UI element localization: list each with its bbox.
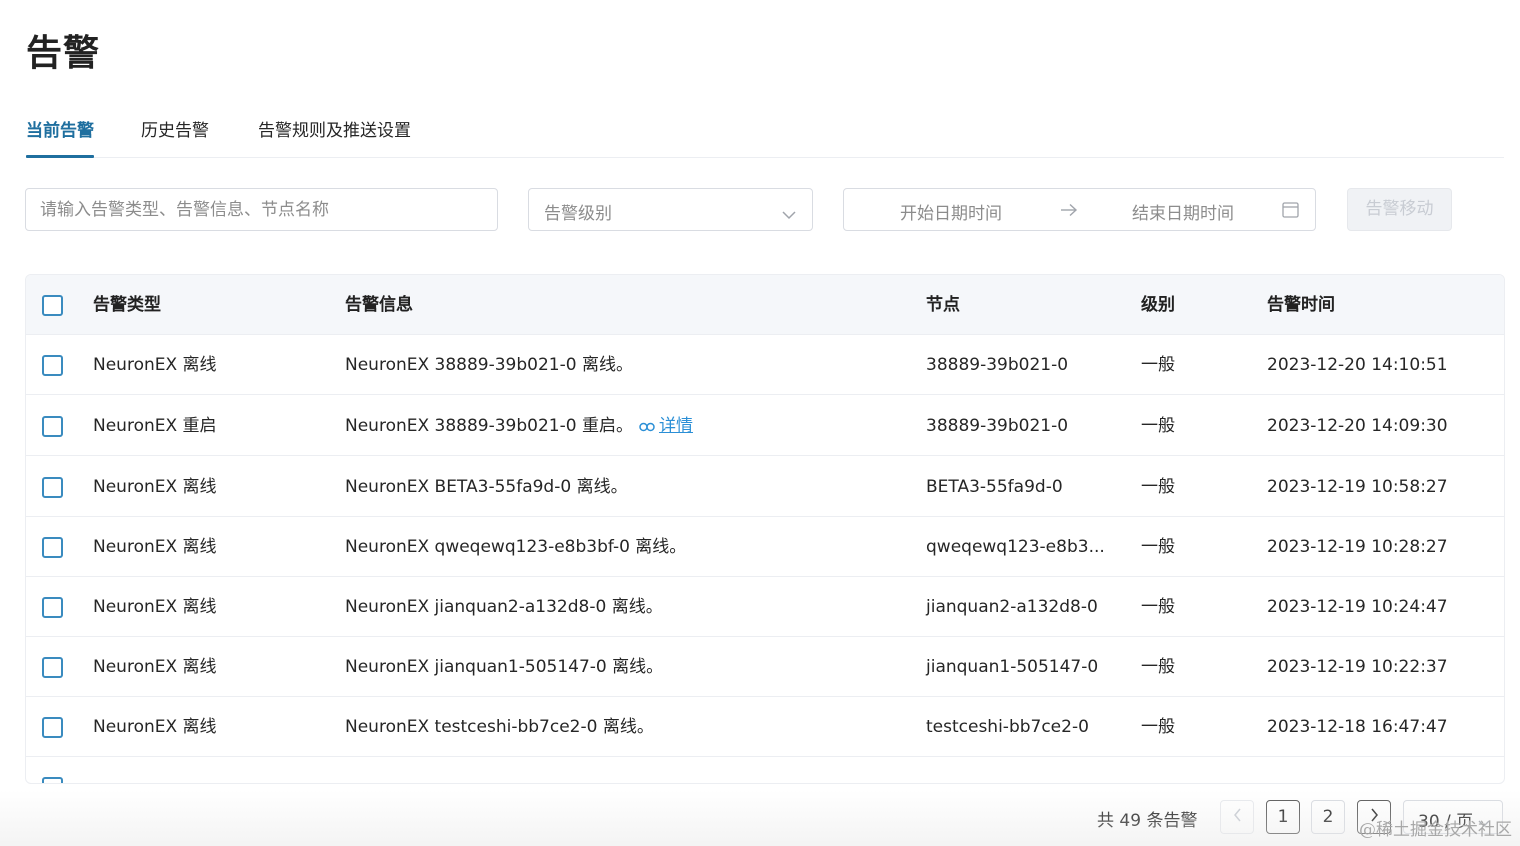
page-title: 告警	[26, 33, 101, 74]
table-row[interactable]: NeuronEX 离线 NeuronEX jianquan1-505147-0 …	[26, 637, 1504, 697]
cell-time: 2023-12-19 10:58:27	[1267, 477, 1448, 497]
cell-type: NeuronEX 重启	[93, 416, 217, 436]
chevron-left-icon	[1233, 807, 1242, 827]
cell-level: 一般	[1141, 717, 1175, 737]
cell-time: 2023-12-19 10:22:37	[1267, 657, 1448, 677]
row-checkbox[interactable]	[42, 416, 63, 437]
row-checkbox[interactable]	[42, 355, 63, 376]
calendar-icon	[1282, 201, 1299, 223]
alarm-level-select[interactable]: 告警级别	[528, 188, 813, 231]
cell-type: NeuronEX 离线	[93, 657, 217, 677]
table-row-partial[interactable]	[26, 757, 1504, 783]
cell-level: 一般	[1141, 355, 1175, 375]
cell-message: NeuronEX 38889-39b021-0 离线。	[345, 355, 633, 375]
column-header-level[interactable]: 级别	[1141, 275, 1175, 335]
date-range-picker[interactable]: 开始日期时间 结束日期时间	[843, 188, 1316, 231]
cell-level: 一般	[1141, 416, 1175, 436]
end-datetime-placeholder[interactable]: 结束日期时间	[1132, 199, 1234, 224]
cell-node: BETA3-55fa9d-0	[926, 477, 1063, 497]
cell-level: 一般	[1141, 657, 1175, 677]
tab-bar: 当前告警 历史告警 告警规则及推送设置	[26, 118, 1504, 158]
alarm-level-placeholder: 告警级别	[544, 204, 612, 224]
cell-time: 2023-12-20 14:09:30	[1267, 416, 1448, 436]
link-icon[interactable]	[639, 398, 655, 458]
select-all-checkbox[interactable]	[42, 295, 63, 316]
cell-time: 2023-12-19 10:24:47	[1267, 597, 1448, 617]
row-checkbox[interactable]	[42, 597, 63, 618]
table-row[interactable]: NeuronEX 离线 NeuronEX jianquan2-a132d8-0 …	[26, 577, 1504, 637]
pagination-total: 共 49 条告警	[1097, 811, 1198, 831]
start-datetime-placeholder[interactable]: 开始日期时间	[900, 199, 1002, 224]
tab-current-alarms[interactable]: 当前告警	[26, 118, 94, 158]
page-button-2[interactable]: 2	[1311, 800, 1345, 834]
tab-history-alarms[interactable]: 历史告警	[141, 118, 209, 158]
arrow-right-icon	[1060, 202, 1078, 222]
column-header-message[interactable]: 告警信息	[345, 275, 413, 335]
cell-node: jianquan2-a132d8-0	[926, 597, 1098, 617]
cell-message: NeuronEX qweqewq123-e8b3bf-0 离线。	[345, 537, 687, 557]
cell-node: 38889-39b021-0	[926, 416, 1069, 436]
cell-type: NeuronEX 离线	[93, 355, 217, 375]
cell-message: NeuronEX jianquan2-a132d8-0 离线。	[345, 597, 663, 617]
cell-message: NeuronEX 38889-39b021-0 重启。	[345, 416, 633, 436]
cell-type: NeuronEX 离线	[93, 717, 217, 737]
cell-node: testceshi-bb7ce2-0	[926, 717, 1089, 737]
cell-type: NeuronEX 离线	[93, 597, 217, 617]
table-row[interactable]: NeuronEX 离线 NeuronEX qweqewq123-e8b3bf-0…	[26, 517, 1504, 577]
page-button-1[interactable]: 1	[1266, 800, 1300, 834]
cell-node: jianquan1-505147-0	[926, 657, 1099, 677]
cell-node: qweqewq123-e8b3...	[926, 537, 1105, 557]
table-row[interactable]: NeuronEX 离线 NeuronEX BETA3-55fa9d-0 离线。 …	[26, 457, 1504, 517]
alarm-table: 告警类型 告警信息 节点 级别 告警时间 NeuronEX 离线 NeuronE…	[25, 274, 1505, 784]
detail-link[interactable]: 详情	[659, 416, 693, 436]
cell-type: NeuronEX 离线	[93, 537, 217, 557]
row-checkbox[interactable]	[42, 657, 63, 678]
chevron-down-icon	[782, 205, 796, 225]
cell-level: 一般	[1141, 477, 1175, 497]
row-checkbox[interactable]	[42, 537, 63, 558]
tab-rules-push-settings[interactable]: 告警规则及推送设置	[258, 118, 411, 158]
table-row[interactable]: NeuronEX 重启 NeuronEX 38889-39b021-0 重启。 详…	[26, 396, 1504, 456]
cell-message: NeuronEX jianquan1-505147-0 离线。	[345, 657, 664, 677]
row-checkbox[interactable]	[42, 717, 63, 738]
table-row[interactable]: NeuronEX 离线 NeuronEX testceshi-bb7ce2-0 …	[26, 697, 1504, 757]
cell-level: 一般	[1141, 537, 1175, 557]
cell-type: NeuronEX 离线	[93, 477, 217, 497]
watermark: @稀土掘金技术社区	[1359, 820, 1512, 840]
cell-time: 2023-12-18 16:47:47	[1267, 717, 1448, 737]
column-header-time[interactable]: 告警时间	[1267, 275, 1335, 335]
column-header-type[interactable]: 告警类型	[93, 275, 161, 335]
cell-message-with-link: NeuronEX 38889-39b021-0 重启。 详情	[345, 396, 693, 456]
table-row[interactable]: NeuronEX 离线 NeuronEX 38889-39b021-0 离线。 …	[26, 335, 1504, 395]
alarm-move-button[interactable]: 告警移动	[1347, 188, 1452, 231]
prev-page-button[interactable]	[1220, 800, 1254, 834]
column-header-node[interactable]: 节点	[926, 275, 960, 335]
cell-level: 一般	[1141, 597, 1175, 617]
row-checkbox[interactable]	[42, 477, 63, 498]
cell-node: 38889-39b021-0	[926, 355, 1069, 375]
search-input[interactable]	[25, 188, 498, 231]
cell-message: NeuronEX testceshi-bb7ce2-0 离线。	[345, 717, 654, 737]
cell-time: 2023-12-19 10:28:27	[1267, 537, 1448, 557]
table-header: 告警类型 告警信息 节点 级别 告警时间	[26, 275, 1504, 335]
cell-message: NeuronEX BETA3-55fa9d-0 离线。	[345, 477, 628, 497]
row-checkbox[interactable]	[42, 777, 63, 783]
cell-time: 2023-12-20 14:10:51	[1267, 355, 1448, 375]
